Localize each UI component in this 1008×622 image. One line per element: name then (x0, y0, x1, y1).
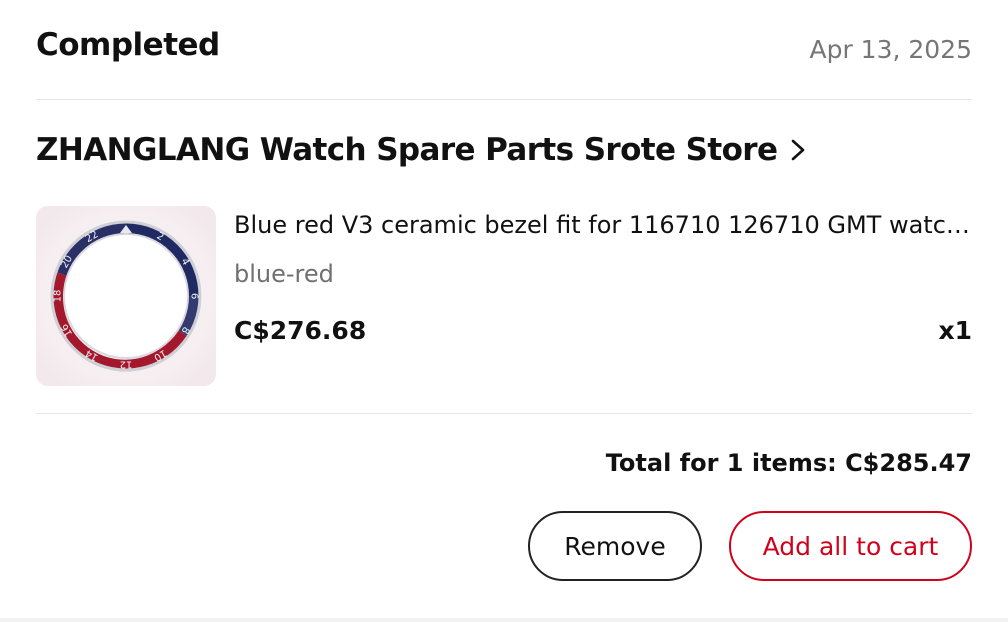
order-date: Apr 13, 2025 (809, 35, 972, 64)
store-link[interactable]: ZHANGLANG Watch Spare Parts Srote Store (36, 132, 809, 168)
product-title[interactable]: Blue red V3 ceramic bezel fit for 116710… (234, 211, 972, 239)
product-image[interactable]: 2 4 6 8 10 12 14 16 18 20 22 (36, 206, 216, 386)
add-all-to-cart-button[interactable]: Add all to cart (729, 511, 972, 581)
bottom-separator (0, 618, 1008, 622)
order-card: Completed Apr 13, 2025 ZHANGLANG Watch S… (0, 0, 1008, 618)
product-quantity: x1 (938, 316, 972, 345)
divider (36, 413, 972, 414)
bezel-numeral: 18 (53, 290, 64, 303)
bezel-numeral: 12 (120, 359, 133, 370)
order-total: Total for 1 items: C$285.47 (605, 449, 972, 477)
remove-button[interactable]: Remove (528, 511, 702, 581)
remove-button-label: Remove (564, 531, 666, 561)
product-variant: blue-red (234, 260, 334, 288)
product-price: C$276.68 (234, 316, 367, 345)
chevron-right-icon (792, 139, 805, 161)
store-name: ZHANGLANG Watch Spare Parts Srote Store (36, 132, 778, 168)
order-status: Completed (36, 27, 220, 63)
divider (36, 99, 972, 100)
add-all-to-cart-label: Add all to cart (762, 531, 939, 561)
bezel-numeral: 6 (189, 293, 200, 299)
watch-bezel-image: 246810121416182022 (36, 206, 216, 386)
